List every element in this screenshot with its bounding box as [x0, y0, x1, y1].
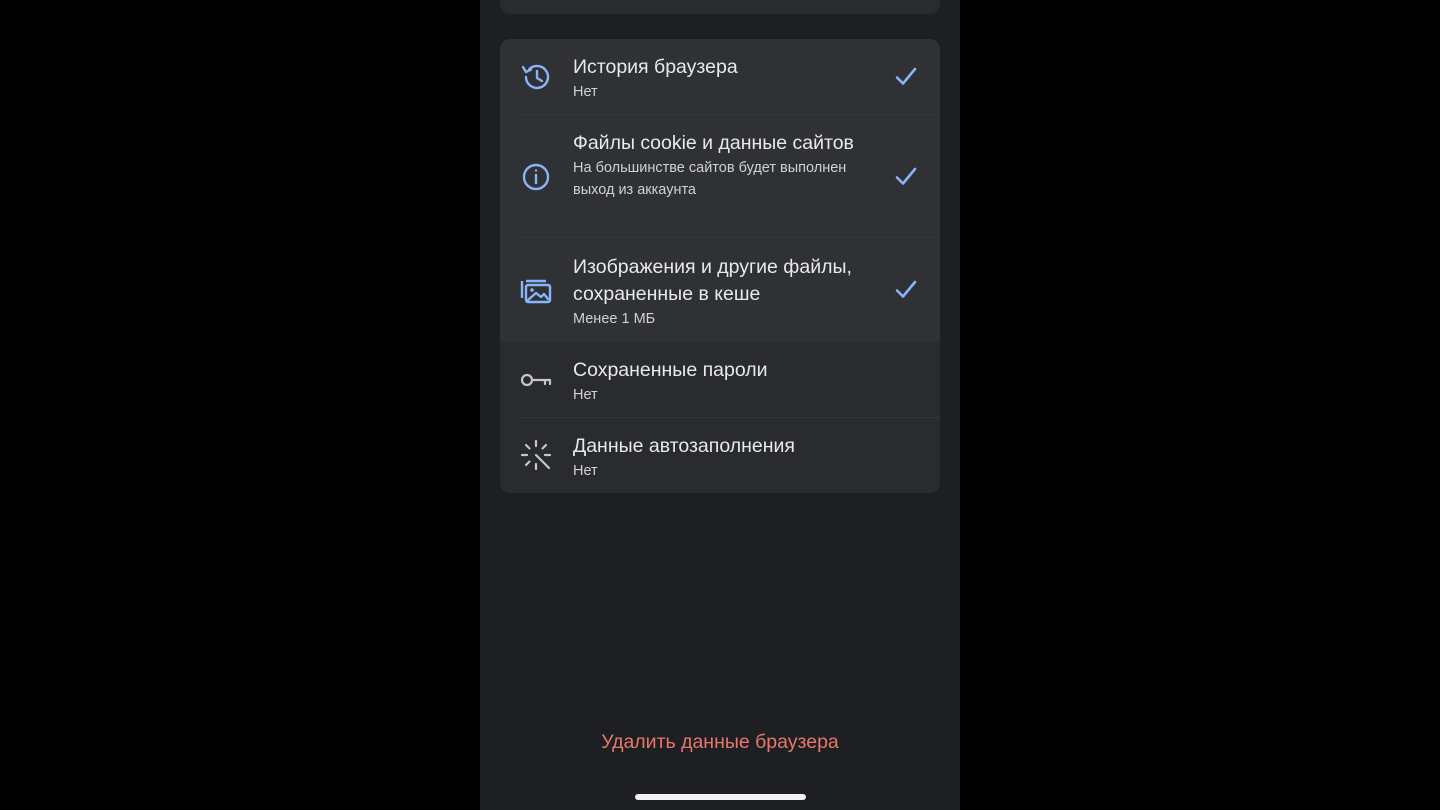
option-autofill-data[interactable]: Данные автозаполнения Нет — [500, 418, 940, 493]
clear-data-options-list: История браузера Нет Файлы cookie и данн… — [500, 39, 940, 493]
home-indicator[interactable] — [635, 794, 806, 800]
option-subtitle: Менее 1 МБ — [573, 311, 656, 327]
option-subtitle: Нет — [573, 463, 598, 479]
option-title: Сохраненные пароли — [573, 359, 768, 381]
option-title: Данные автозаполнения — [573, 435, 795, 457]
images-icon — [518, 272, 554, 308]
phone-screen: История браузера Нет Файлы cookie и данн… — [480, 0, 960, 810]
magic-wand-icon — [518, 437, 554, 473]
option-title: Файлы cookie и данные сайтов — [573, 132, 854, 154]
checkmark-icon — [893, 277, 919, 303]
option-title: История браузера — [573, 56, 738, 78]
option-subtitle: Нет — [573, 387, 598, 403]
option-subtitle: Нет — [573, 84, 598, 100]
option-title: Изображения и другие файлы, сохраненные … — [573, 256, 852, 305]
option-saved-passwords[interactable]: Сохраненные пароли Нет — [500, 342, 940, 418]
checkmark-icon — [893, 164, 919, 190]
checkmark-icon — [893, 64, 919, 90]
option-browsing-history[interactable]: История браузера Нет — [500, 39, 940, 115]
option-cached-images-files[interactable]: Изображения и другие файлы, сохраненные … — [500, 238, 940, 342]
option-subtitle: На большинстве сайтов будет выполнен вых… — [573, 160, 847, 198]
info-icon — [518, 159, 554, 195]
history-icon — [518, 59, 554, 95]
delete-browsing-data-button[interactable]: Удалить данные браузера — [480, 728, 960, 756]
option-cookies-site-data[interactable]: Файлы cookie и данные сайтов На большинс… — [500, 115, 940, 238]
key-icon — [518, 362, 554, 398]
previous-settings-card — [500, 0, 940, 14]
